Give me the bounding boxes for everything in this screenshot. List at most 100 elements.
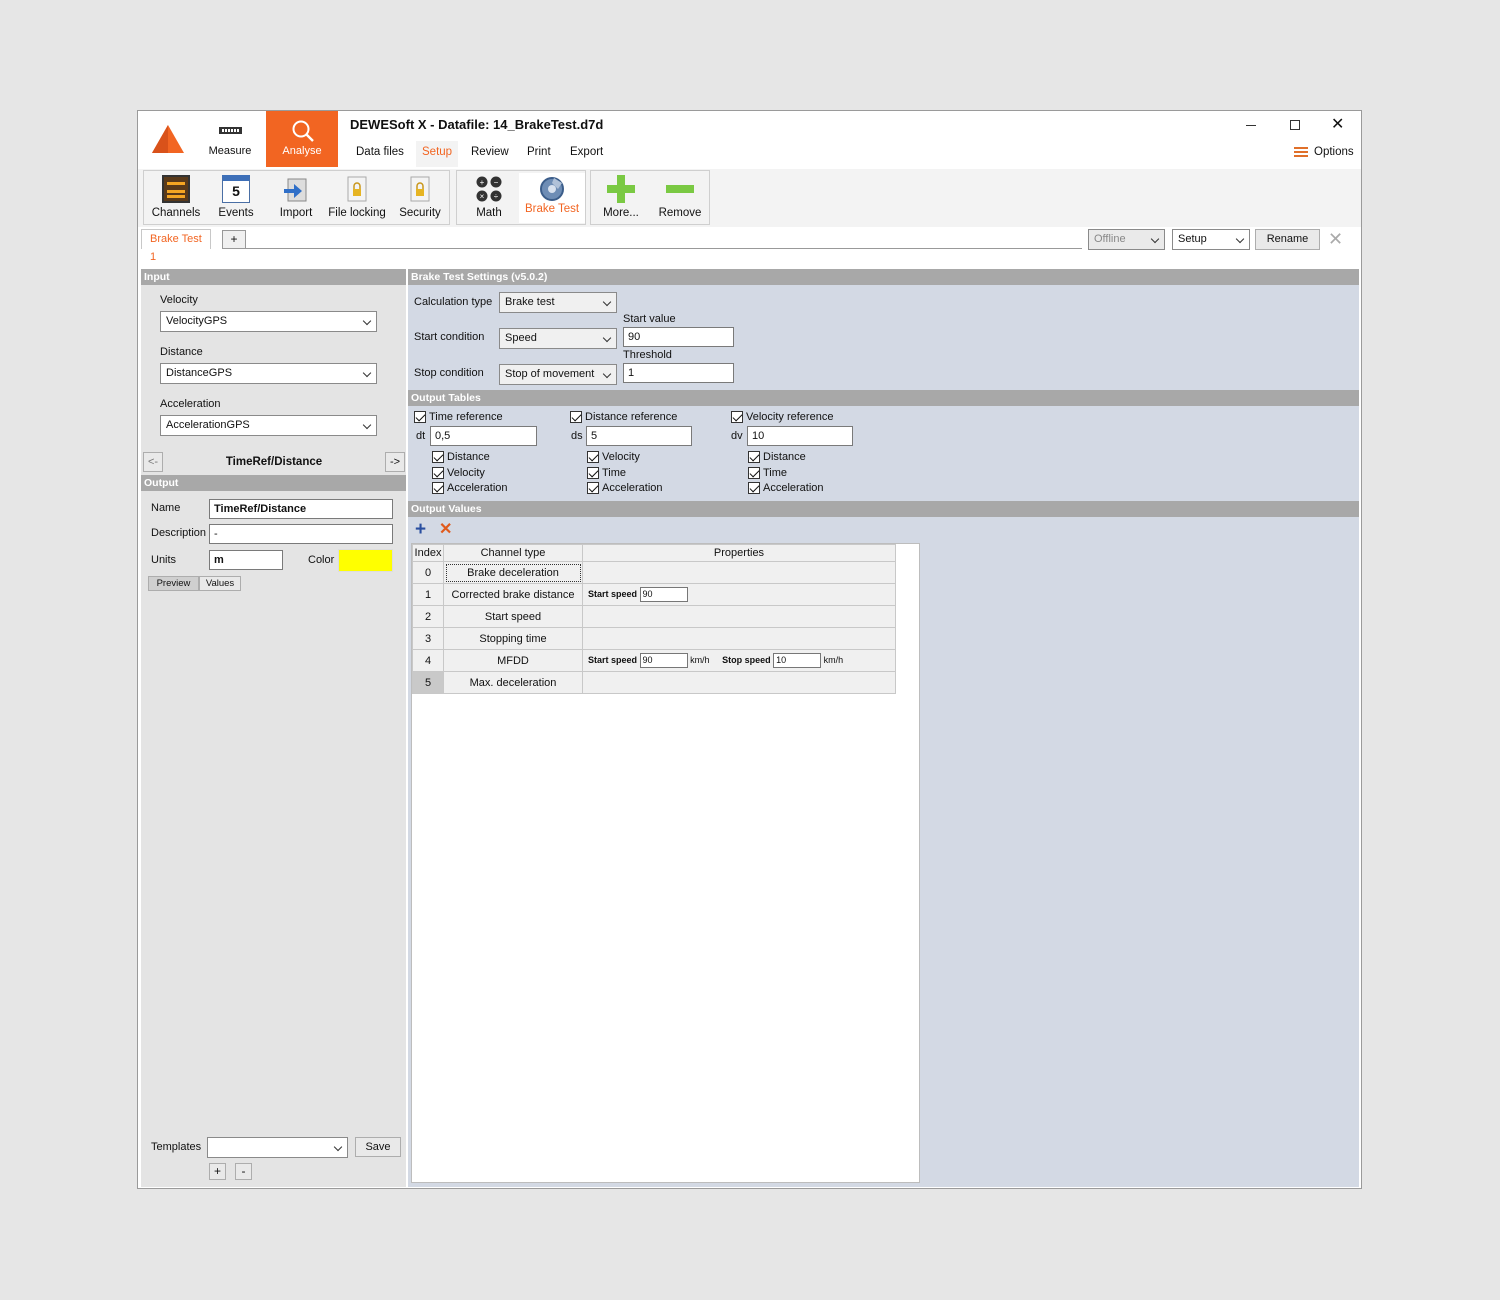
time-ref-velocity-checkbox[interactable]: Velocity bbox=[432, 467, 485, 481]
row-channel-type[interactable]: Brake deceleration bbox=[443, 561, 583, 584]
threshold-input[interactable]: 1 bbox=[623, 363, 734, 383]
table-row[interactable]: 4 MFDD Start speed 90 km/h Stop speed 10… bbox=[412, 649, 896, 672]
table-row[interactable]: 5 Max. deceleration bbox=[412, 671, 896, 694]
time-ref-acceleration-checkbox[interactable]: Acceleration bbox=[432, 482, 508, 496]
tools-icon[interactable]: ✕ bbox=[1328, 229, 1343, 250]
output-values-header: Output Values bbox=[408, 501, 1359, 517]
distance-ref-velocity-checkbox[interactable]: Velocity bbox=[587, 451, 640, 465]
row-channel-type[interactable]: Start speed bbox=[443, 605, 583, 628]
row-index: 1 bbox=[412, 583, 444, 606]
events-label: Events bbox=[218, 207, 254, 219]
row-properties bbox=[582, 561, 896, 584]
close-icon[interactable]: ✕ bbox=[1331, 117, 1344, 133]
math-button[interactable]: + − × ÷ Math bbox=[459, 173, 519, 223]
menu-setup[interactable]: Setup bbox=[416, 141, 459, 167]
rename-button[interactable]: Rename bbox=[1255, 229, 1320, 250]
table-row[interactable]: 2 Start speed bbox=[412, 605, 896, 628]
channels-button[interactable]: Channels bbox=[146, 173, 206, 223]
add-template-button[interactable]: + bbox=[209, 1163, 226, 1180]
nav-next-button[interactable]: -> bbox=[385, 452, 405, 472]
math-label: Math bbox=[476, 207, 502, 219]
row-channel-type[interactable]: Max. deceleration bbox=[443, 671, 583, 694]
brake-test-button[interactable]: Brake Test bbox=[519, 173, 585, 223]
options-button[interactable]: Options bbox=[1314, 146, 1354, 158]
acceleration-select[interactable]: AccelerationGPS bbox=[160, 415, 377, 436]
units-label: Units bbox=[151, 554, 177, 566]
distance-ref-acceleration-checkbox[interactable]: Acceleration bbox=[587, 482, 663, 496]
velocity-select[interactable]: VelocityGPS bbox=[160, 311, 377, 332]
add-row-icon[interactable]: + bbox=[415, 520, 426, 539]
start-speed-input[interactable]: 90 bbox=[639, 653, 688, 668]
values-tab[interactable]: Values bbox=[199, 576, 241, 591]
menu-review[interactable]: Review bbox=[471, 146, 509, 158]
distance-reference-checkbox[interactable]: Distance reference bbox=[570, 411, 677, 425]
tab-brake-test-1[interactable]: Brake Test 1 bbox=[141, 229, 211, 263]
tab-line bbox=[246, 248, 1082, 249]
time-reference-checkbox[interactable]: Time reference bbox=[414, 411, 503, 425]
templates-select[interactable] bbox=[207, 1137, 348, 1158]
minimize-icon[interactable] bbox=[1246, 125, 1256, 126]
dt-label: dt bbox=[416, 430, 426, 442]
color-swatch[interactable] bbox=[338, 549, 393, 572]
velocity-ref-time-checkbox[interactable]: Time bbox=[748, 467, 787, 481]
description-input[interactable]: - bbox=[209, 524, 393, 544]
header-index: Index bbox=[412, 544, 444, 562]
velocity-ref-distance-checkbox[interactable]: Distance bbox=[748, 451, 806, 465]
minus-icon bbox=[666, 175, 694, 203]
start-value-input[interactable]: 90 bbox=[623, 327, 734, 347]
header-channel-type: Channel type bbox=[443, 544, 583, 562]
units-input[interactable]: m bbox=[209, 550, 283, 570]
calc-type-select[interactable]: Brake test bbox=[499, 292, 617, 313]
dv-input[interactable]: 10 bbox=[747, 426, 853, 446]
brake-test-label: Brake Test bbox=[524, 203, 580, 215]
svg-text:−: − bbox=[494, 178, 499, 187]
row-channel-type[interactable]: Corrected brake distance bbox=[443, 583, 583, 606]
setup-select[interactable]: Setup bbox=[1172, 229, 1250, 250]
row-channel-type[interactable]: MFDD bbox=[443, 649, 583, 672]
distance-ref-time-checkbox[interactable]: Time bbox=[587, 467, 626, 481]
velocity-reference-checkbox[interactable]: Velocity reference bbox=[731, 411, 833, 425]
add-tab-button[interactable]: + bbox=[222, 230, 246, 249]
stop-speed-input[interactable]: 10 bbox=[773, 653, 822, 668]
menu-print[interactable]: Print bbox=[527, 146, 551, 158]
events-button[interactable]: 5 Events bbox=[206, 173, 266, 223]
start-speed-input[interactable]: 90 bbox=[639, 587, 688, 602]
maximize-icon[interactable] bbox=[1290, 120, 1300, 130]
table-row[interactable]: 1 Corrected brake distance Start speed 9… bbox=[412, 583, 896, 606]
more-button[interactable]: More... bbox=[593, 173, 649, 223]
delete-row-icon[interactable]: ✕ bbox=[439, 521, 452, 539]
save-template-button[interactable]: Save bbox=[355, 1137, 401, 1157]
start-condition-select[interactable]: Speed bbox=[499, 328, 617, 349]
measure-label: Measure bbox=[208, 145, 252, 157]
menu-export[interactable]: Export bbox=[570, 146, 603, 158]
table-row[interactable]: 3 Stopping time bbox=[412, 627, 896, 650]
velocity-ref-acceleration-checkbox[interactable]: Acceleration bbox=[748, 482, 824, 496]
remove-label: Remove bbox=[658, 207, 702, 219]
ds-label: ds bbox=[571, 430, 583, 442]
distance-select[interactable]: DistanceGPS bbox=[160, 363, 377, 384]
remove-button[interactable]: Remove bbox=[651, 173, 709, 223]
measure-mode-button[interactable]: Measure bbox=[198, 111, 262, 167]
table-row[interactable]: 0 Brake deceleration bbox=[412, 561, 896, 584]
row-channel-type[interactable]: Stopping time bbox=[443, 627, 583, 650]
hamburger-icon[interactable] bbox=[1294, 147, 1308, 157]
preview-tab[interactable]: Preview bbox=[148, 576, 199, 591]
nav-prev-button[interactable]: <- bbox=[143, 452, 163, 472]
row-index: 5 bbox=[412, 671, 444, 694]
ds-input[interactable]: 5 bbox=[586, 426, 692, 446]
stop-condition-select[interactable]: Stop of movement bbox=[499, 364, 617, 385]
security-button[interactable]: Security bbox=[390, 173, 450, 223]
remove-template-button[interactable]: - bbox=[235, 1163, 252, 1180]
file-locking-button[interactable]: File locking bbox=[326, 173, 388, 223]
dt-input[interactable]: 0,5 bbox=[430, 426, 537, 446]
menu-data-files[interactable]: Data files bbox=[356, 146, 404, 158]
import-button[interactable]: Import bbox=[266, 173, 326, 223]
name-input[interactable]: TimeRef/Distance bbox=[209, 499, 393, 519]
offline-select[interactable]: Offline bbox=[1088, 229, 1165, 250]
security-lock-icon bbox=[406, 175, 434, 203]
start-speed-label: Start speed bbox=[588, 588, 638, 599]
lock-icon bbox=[343, 175, 371, 203]
time-ref-distance-checkbox[interactable]: Distance bbox=[432, 451, 490, 465]
analyse-mode-button[interactable]: Analyse bbox=[266, 111, 338, 167]
import-icon bbox=[282, 175, 310, 203]
